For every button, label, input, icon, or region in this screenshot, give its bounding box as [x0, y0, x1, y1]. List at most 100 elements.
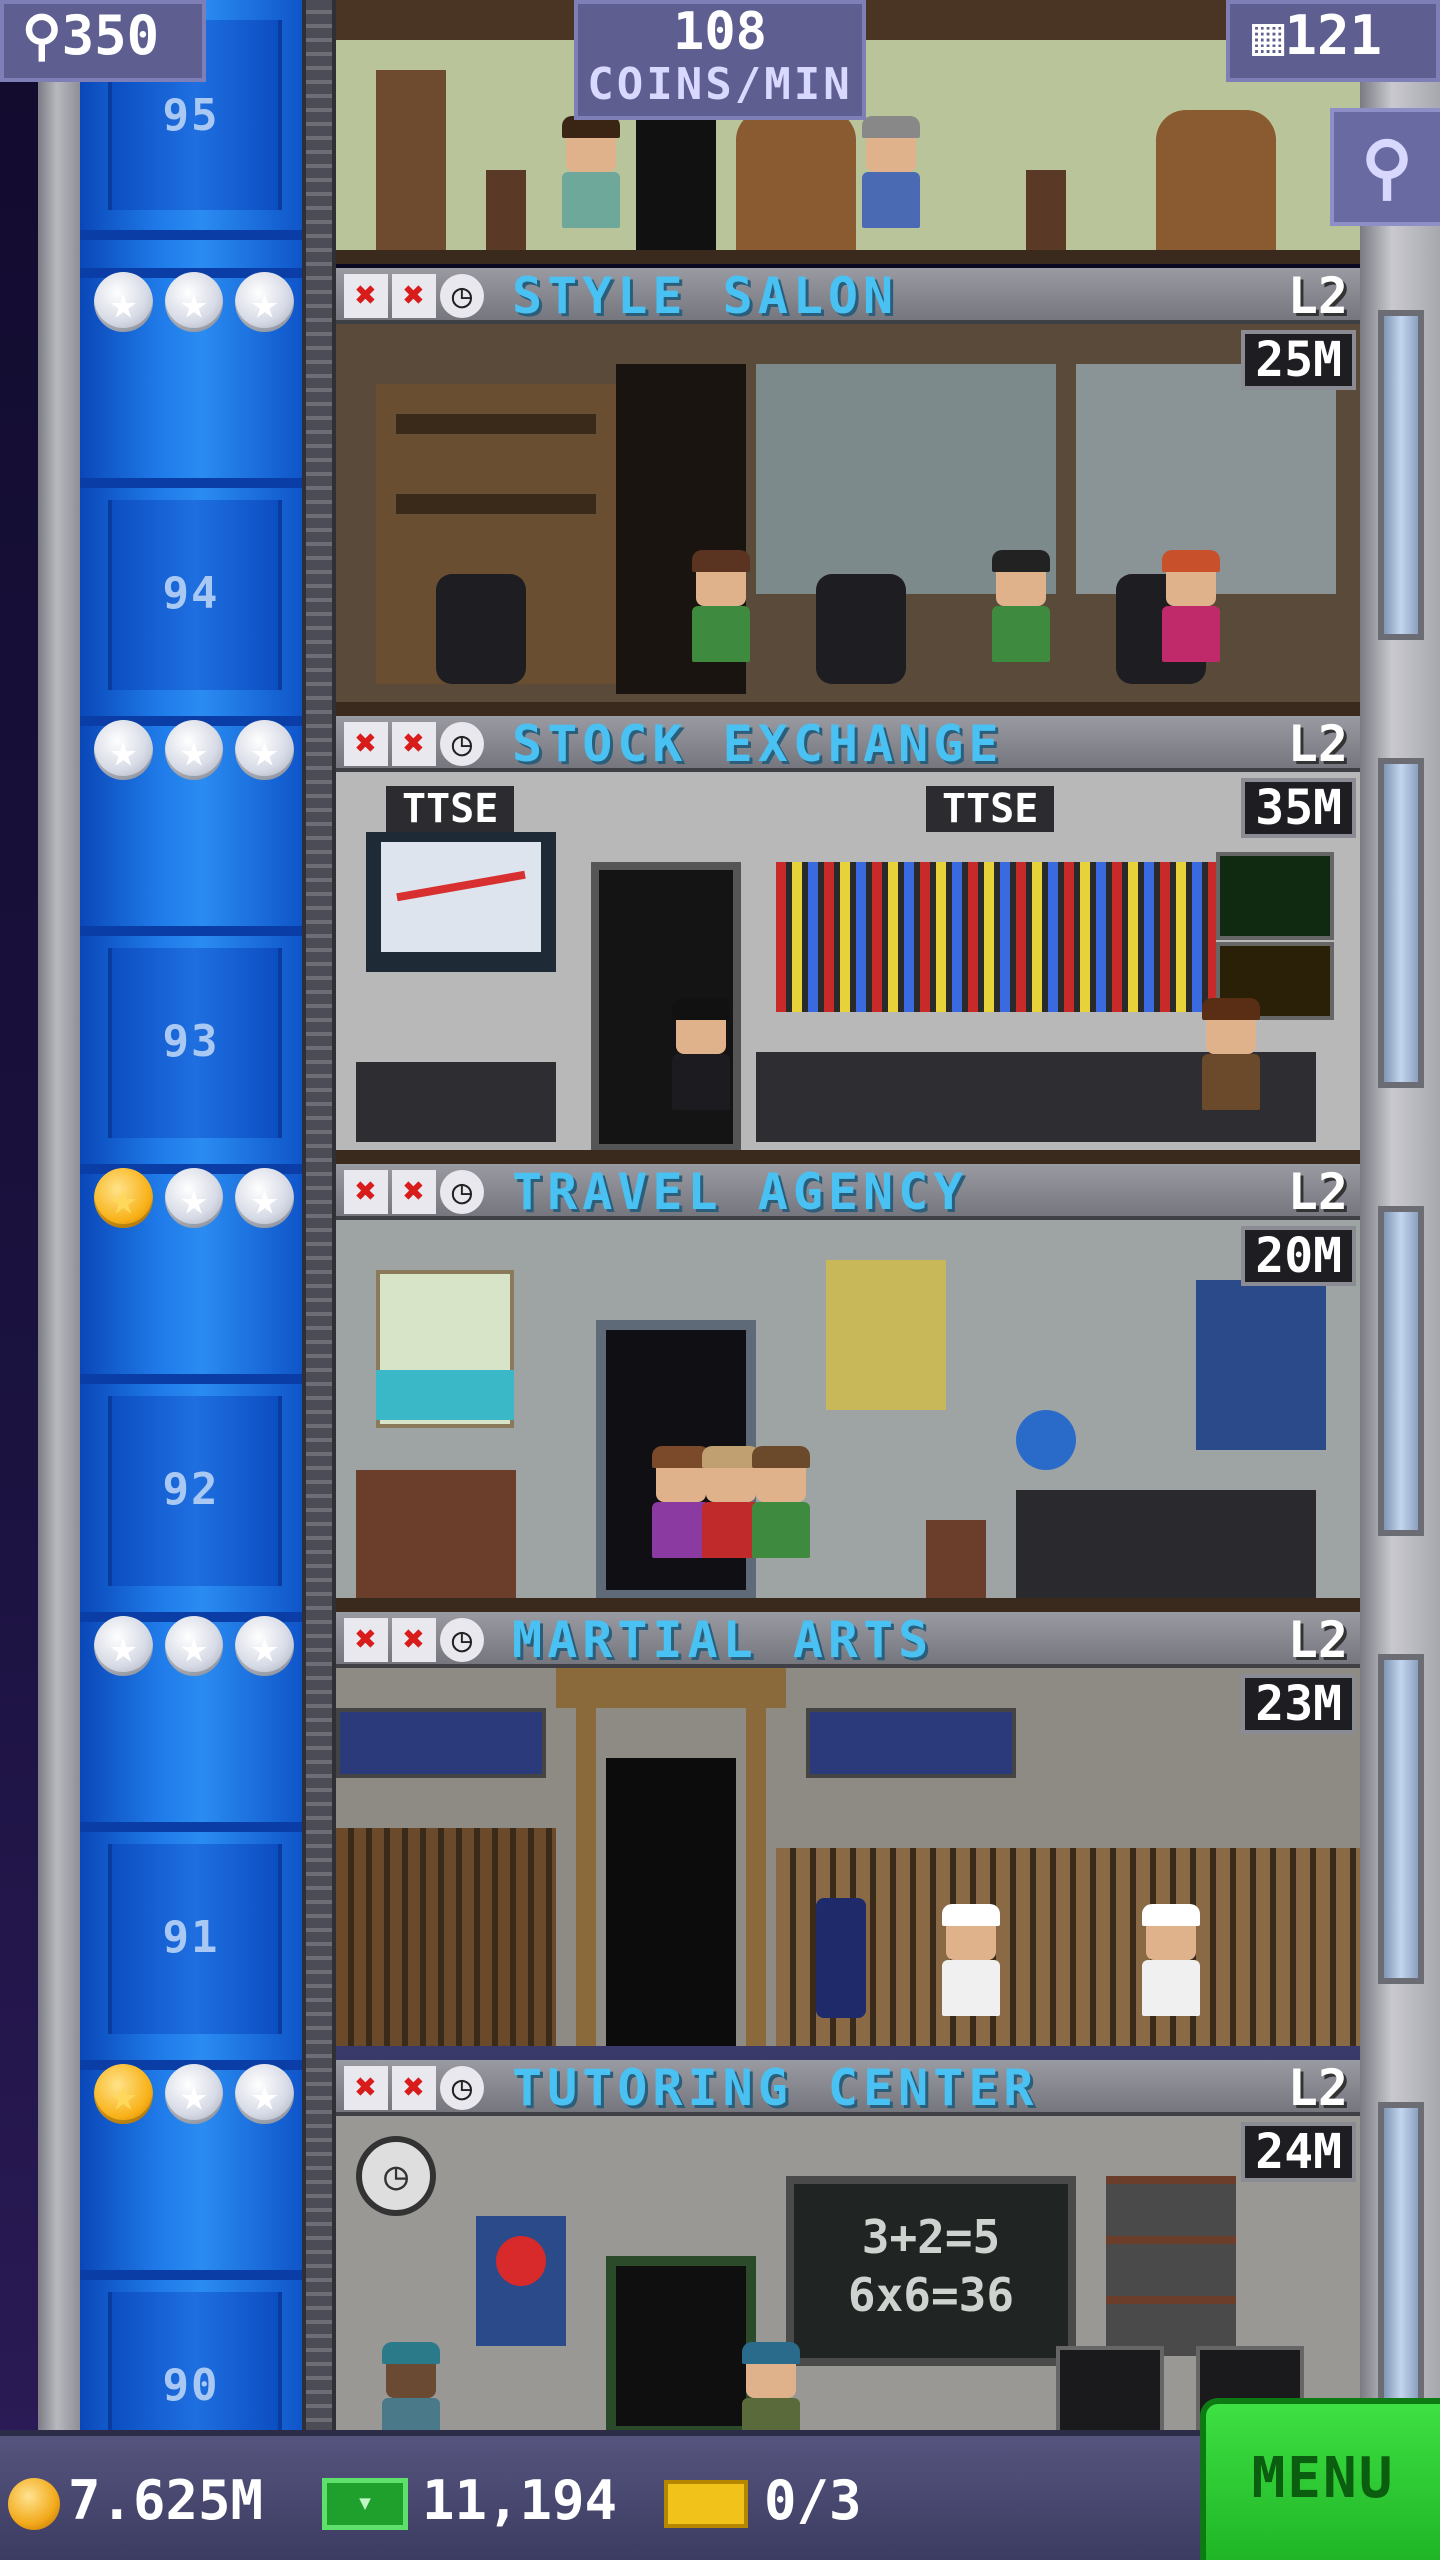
shaft-segment: ★ ★ ★ 91: [80, 1612, 302, 2059]
room-level: L2: [1287, 2059, 1348, 2117]
room-name: TRAVEL AGENCY: [512, 1163, 969, 1221]
room-title-bar: ✖ ✖ ◷ TRAVEL AGENCY L2: [336, 1164, 1360, 1220]
silver-star-icon: ★: [235, 720, 295, 780]
floor-number: 92: [162, 1464, 220, 1515]
chalkboard: 3+2=5 6x6=36: [786, 2176, 1076, 2366]
bux-display[interactable]: ▾ 11,194: [322, 2466, 617, 2536]
room-status-icons: ✖ ✖ ◷: [344, 1618, 484, 1662]
space-background: [0, 0, 38, 2430]
room-tutoring-center[interactable]: ◷ 3+2=5 6x6=36 ✖ ✖ ◷ TUTORING CENTER L2 …: [336, 2060, 1360, 2454]
coins-display[interactable]: 7.625M: [8, 2466, 263, 2536]
clock-icon: ◷: [440, 2066, 484, 2110]
x-icon: ✖: [344, 2066, 388, 2110]
room-stock-exchange[interactable]: TTSE TTSE ✖ ✖ ◷ STOCK EXCHANGE L2 35M: [336, 716, 1360, 1164]
magnifier-icon: ⚲: [1361, 126, 1413, 208]
floor-number: 94: [162, 568, 220, 619]
shaft-segment: ★ ★ ★ 92: [80, 1164, 302, 1611]
shaft-segment: ★ ★ ★ 94: [80, 268, 302, 715]
worker: [1156, 550, 1226, 684]
game-screen: 95 ★★★ 94 ★★★ 93 ★★★ 92 ★★★ 91 ★: [0, 0, 1440, 2560]
ticket-icon: [664, 2480, 748, 2529]
silver-star-icon: ★: [94, 720, 153, 780]
bux-value: 11,194: [422, 2469, 618, 2532]
room-name: TUTORING CENTER: [512, 2059, 1039, 2117]
wall-clock-icon: ◷: [356, 2136, 436, 2216]
room-level: L2: [1287, 1163, 1348, 1221]
building-icon: ▦: [1252, 4, 1285, 67]
resident: [856, 116, 926, 250]
x-icon: ✖: [344, 722, 388, 766]
elevator-shaft[interactable]: 95 ★★★ 94 ★★★ 93 ★★★ 92 ★★★ 91 ★: [80, 0, 302, 2482]
floor-number: 90: [162, 2360, 220, 2411]
silver-star-icon: ★: [94, 272, 153, 332]
floors-count: 121: [1284, 4, 1383, 67]
trader: [1196, 998, 1266, 1132]
fighter: [936, 1904, 1006, 2038]
window: [1378, 1654, 1424, 1984]
star-rating: ★ ★ ★: [94, 720, 295, 780]
room-title-bar: ✖ ✖ ◷ STYLE SALON L2: [336, 268, 1360, 324]
room-title-bar: ✖ ✖ ◷ TUTORING CENTER L2: [336, 2060, 1360, 2116]
silver-star-icon: ★: [164, 1616, 224, 1676]
search-button[interactable]: ⚲: [1330, 108, 1440, 226]
worker: [686, 550, 756, 684]
room-status-icons: ✖ ✖ ◷: [344, 2066, 484, 2110]
clock-icon: ◷: [440, 1618, 484, 1662]
floor-number: 93: [162, 1016, 220, 1067]
x-icon: ✖: [392, 1170, 436, 1214]
x-icon: ✖: [344, 1170, 388, 1214]
x-icon: ✖: [392, 2066, 436, 2110]
x-icon: ✖: [392, 722, 436, 766]
room-cost: 35M: [1241, 778, 1356, 838]
clock-icon: ◷: [440, 274, 484, 318]
room-name: MARTIAL ARTS: [512, 1611, 934, 1669]
population-count: 350: [61, 4, 160, 67]
elevator-cable-rail: [302, 0, 336, 2430]
coins-value: 7.625M: [68, 2469, 264, 2532]
room-cost: 25M: [1241, 330, 1356, 390]
coins-rate-badge: 108 COINS/MIN: [574, 0, 866, 120]
ttse-sign: TTSE: [926, 786, 1055, 832]
worker: [986, 550, 1056, 684]
x-icon: ✖: [344, 1618, 388, 1662]
silver-star-icon: ★: [164, 720, 224, 780]
window: [1378, 1206, 1424, 1536]
star-rating: ★ ★ ★: [94, 1616, 295, 1676]
coin-icon: [8, 2478, 60, 2531]
silver-star-icon: ★: [94, 1616, 153, 1676]
coins-rate-value: 108: [673, 2, 767, 62]
fighter: [1136, 1904, 1206, 2038]
room-style-salon[interactable]: ✖ ✖ ◷ STYLE SALON L2 25M: [336, 268, 1360, 716]
x-icon: ✖: [344, 274, 388, 318]
floor-number: 95: [162, 90, 220, 141]
x-icon: ✖: [392, 274, 436, 318]
room-title-bar: ✖ ✖ ◷ MARTIAL ARTS L2: [336, 1612, 1360, 1668]
tickets-value: 0/3: [764, 2469, 862, 2532]
room-status-icons: ✖ ✖ ◷: [344, 1170, 484, 1214]
resident: [556, 116, 626, 250]
room-status-icons: ✖ ✖ ◷: [344, 274, 484, 318]
x-icon: ✖: [392, 1618, 436, 1662]
room-title-bar: ✖ ✖ ◷ STOCK EXCHANGE L2: [336, 716, 1360, 772]
population-badge[interactable]: ⚲350: [0, 0, 206, 82]
silver-star-icon: ★: [164, 2064, 224, 2124]
room-cost: 24M: [1241, 2122, 1356, 2182]
tickets-display[interactable]: 0/3: [664, 2466, 862, 2536]
floor-number: 91: [162, 1912, 220, 1963]
chalkboard-line: 3+2=5: [861, 2210, 1001, 2264]
floors-badge[interactable]: ▦121: [1226, 0, 1440, 82]
window: [1378, 2102, 1424, 2432]
menu-button[interactable]: MENU: [1200, 2398, 1440, 2560]
chalkboard-line: 6x6=36: [847, 2268, 1015, 2322]
room-martial-arts[interactable]: ✖ ✖ ◷ MARTIAL ARTS L2 23M: [336, 1612, 1360, 2060]
silver-star-icon: ★: [164, 272, 224, 332]
room-level: L2: [1287, 715, 1348, 773]
shaft-segment: ★ ★ ★ 93: [80, 716, 302, 1163]
silver-star-icon: ★: [164, 1168, 224, 1228]
silver-star-icon: ★: [235, 1168, 295, 1228]
star-rating: ★ ★ ★: [94, 1168, 295, 1228]
room-level: L2: [1287, 267, 1348, 325]
room-travel-agency[interactable]: ✖ ✖ ◷ TRAVEL AGENCY L2 20M: [336, 1164, 1360, 1612]
room-name: STOCK EXCHANGE: [512, 715, 1004, 773]
room-level: L2: [1287, 1611, 1348, 1669]
